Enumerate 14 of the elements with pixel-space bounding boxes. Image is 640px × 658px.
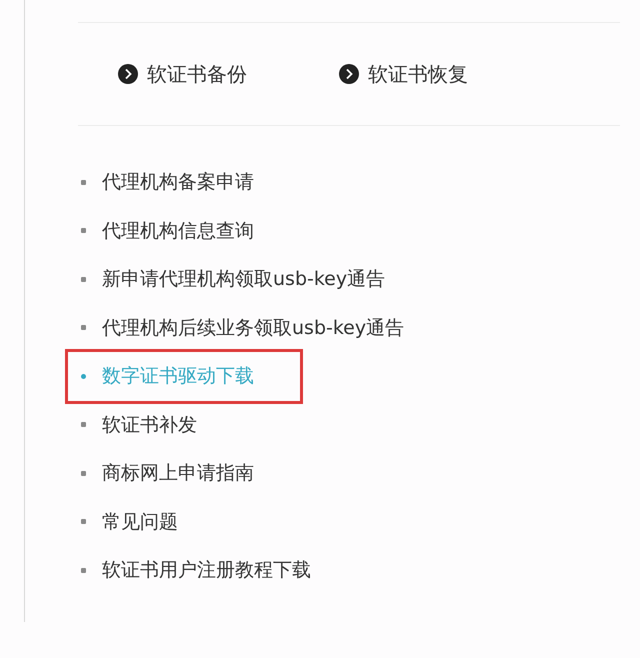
chevron-circle-icon <box>118 64 138 84</box>
list-link[interactable]: 软证书用户注册教程下载 <box>78 546 311 594</box>
action-link[interactable]: 软证书备份 <box>118 60 247 88</box>
list-link[interactable]: 新申请代理机构领取usb-key通告 <box>78 255 386 304</box>
list-link[interactable]: 常见问题 <box>78 498 178 546</box>
action-label: 软证书恢复 <box>368 60 468 88</box>
action-link[interactable]: 软证书恢复 <box>339 60 468 88</box>
chevron-circle-icon <box>339 64 359 84</box>
list-link[interactable]: 商标网上申请指南 <box>78 449 254 498</box>
list-link[interactable]: 软证书补发 <box>78 400 197 449</box>
list-link[interactable]: 代理机构后续业务领取usb-key通告 <box>78 304 404 352</box>
list-link[interactable]: 代理机构备案申请 <box>78 158 254 206</box>
list-link[interactable]: 代理机构信息查询 <box>78 206 254 255</box>
action-label: 软证书备份 <box>147 60 247 88</box>
